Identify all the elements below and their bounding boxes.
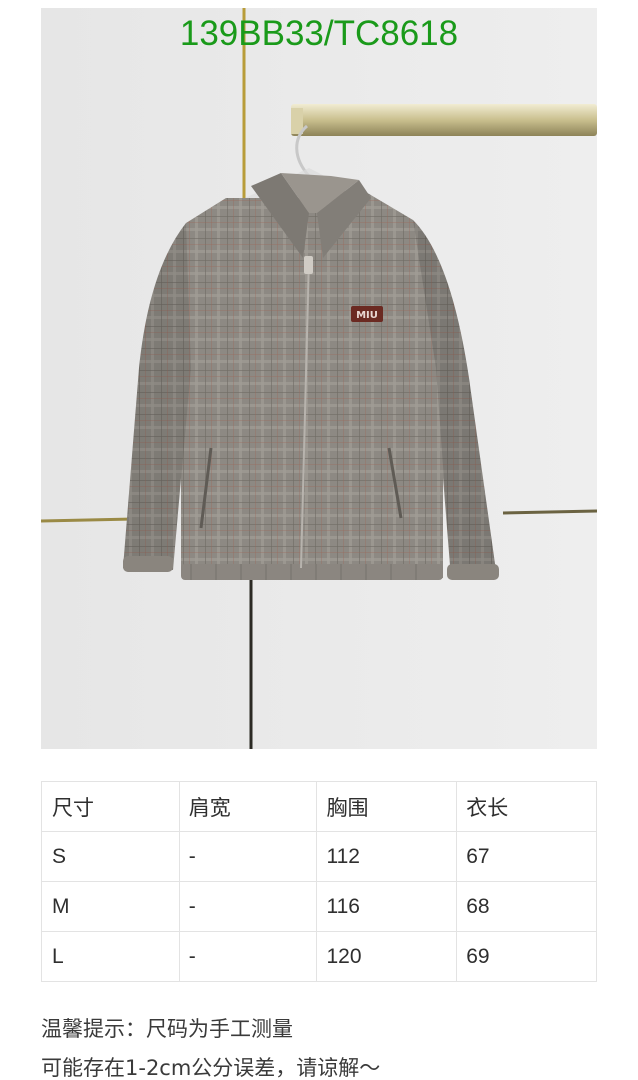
cell-length: 68: [456, 881, 597, 932]
cell-shoulder: -: [178, 881, 318, 932]
cell-chest: 120: [316, 931, 458, 982]
table-row: S - 112 67: [41, 831, 597, 882]
cell-chest: 116: [316, 881, 458, 932]
header-shoulder: 肩宽: [178, 781, 318, 832]
table-header-row: 尺寸 肩宽 胸围 衣长: [41, 781, 597, 832]
cell-size: L: [41, 931, 180, 982]
cell-size: M: [41, 881, 180, 932]
header-chest: 胸围: [316, 781, 458, 832]
measurement-note: 温馨提示：尺码为手工测量: [41, 1017, 293, 1041]
svg-text:MIU: MIU: [356, 310, 378, 321]
tolerance-note: 可能存在1-2cm公分误差，请谅解～: [41, 1056, 381, 1080]
cell-shoulder: -: [178, 931, 318, 982]
product-code: 139BB33/TC8618: [179, 14, 459, 53]
product-page: 139BB33/TC8618 MIU 尺寸 肩宽 胸围 衣长 S - 112 6…: [0, 0, 638, 1080]
cell-length: 69: [456, 931, 597, 982]
table-row: L - 120 69: [41, 931, 597, 982]
table-row: M - 116 68: [41, 881, 597, 932]
size-table: 尺寸 肩宽 胸围 衣长 S - 112 67 M - 116 68 L - 12…: [41, 781, 597, 982]
cell-shoulder: -: [178, 831, 318, 882]
product-photo: MIU: [41, 8, 597, 749]
cell-chest: 112: [316, 831, 458, 882]
header-length: 衣长: [456, 781, 597, 832]
header-size: 尺寸: [41, 781, 180, 832]
cell-size: S: [41, 831, 180, 882]
cell-length: 67: [456, 831, 597, 882]
